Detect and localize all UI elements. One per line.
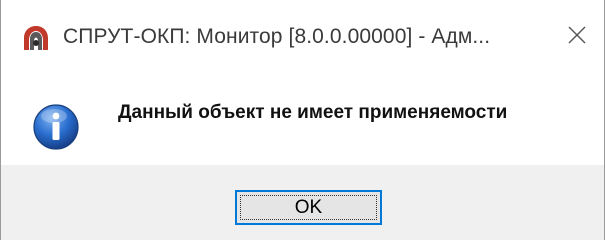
title-bar[interactable]: СПРУТ-ОКП: Монитор [8.0.0.00000] - Адм..…: [1, 0, 604, 75]
dialog-footer: OK: [1, 165, 604, 240]
ok-button[interactable]: OK: [235, 190, 382, 225]
dialog-content: Данный объект не имеет применяемости: [1, 75, 604, 165]
close-button[interactable]: [549, 6, 604, 68]
close-icon: [567, 25, 587, 50]
window-title: СПРУТ-ОКП: Монитор [8.0.0.00000] - Адм..…: [63, 25, 491, 48]
dialog-message: Данный объект не имеет применяемости: [118, 102, 508, 123]
message-dialog: СПРУТ-ОКП: Монитор [8.0.0.00000] - Адм..…: [0, 0, 605, 240]
ok-button-label: OK: [294, 196, 323, 218]
info-icon: [32, 103, 80, 151]
sprut-app-icon: [22, 24, 50, 52]
